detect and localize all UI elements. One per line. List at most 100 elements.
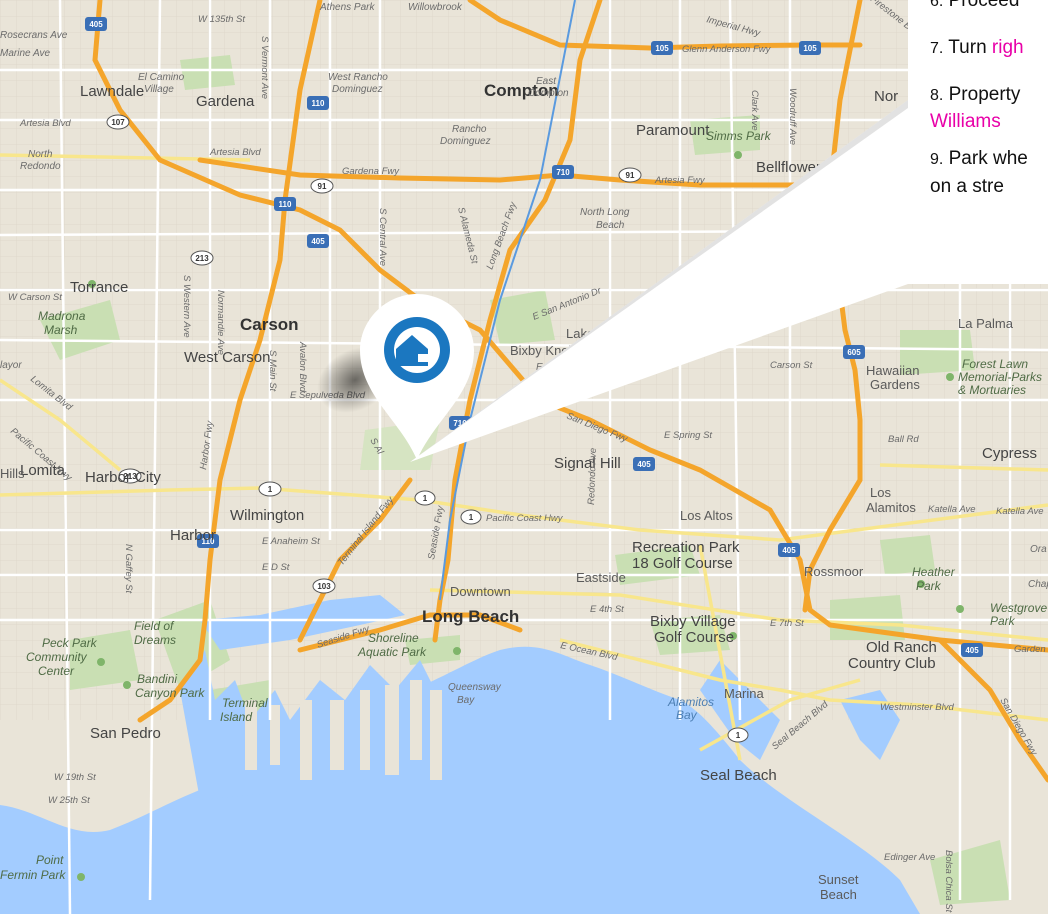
map-view[interactable]: 405 110 110 405 110 105 105 710 710 605 …	[0, 0, 1048, 914]
label-rancho-dominguez: Rancho	[452, 124, 487, 135]
svg-text:Beach: Beach	[820, 887, 857, 902]
svg-text:Marsh: Marsh	[44, 323, 78, 337]
svg-text:Normandie Ave: Normandie Ave	[215, 290, 226, 355]
svg-text:Bixby Village: Bixby Village	[650, 613, 736, 630]
svg-text:Beach: Beach	[596, 220, 625, 231]
svg-text:E 4th St: E 4th St	[590, 604, 624, 615]
label-hawaiian-gardens: Hawaiian	[866, 363, 919, 378]
svg-text:110: 110	[279, 200, 292, 209]
direction-step-8: 8. Property	[930, 84, 1021, 105]
label-lawndale: Lawndale	[80, 83, 144, 100]
svg-text:Center: Center	[38, 664, 75, 678]
svg-text:W 135th St: W 135th St	[198, 14, 245, 25]
svg-text:91: 91	[626, 171, 635, 180]
direction-step-9-cont: on a stre	[930, 176, 1004, 197]
svg-text:Gardens: Gardens	[870, 377, 920, 392]
svg-text:Old Ranch: Old Ranch	[866, 639, 937, 656]
svg-text:Dominguez: Dominguez	[440, 136, 491, 147]
label-north-redondo: North	[28, 149, 53, 160]
label-harbor-city: Harbor City	[85, 469, 161, 486]
svg-text:Aquatic Park: Aquatic Park	[357, 645, 427, 659]
svg-text:Redondo Ave: Redondo Ave	[586, 448, 599, 505]
svg-text:Redondo: Redondo	[20, 161, 61, 172]
svg-text:Nor: Nor	[874, 88, 898, 105]
svg-text:107: 107	[111, 118, 125, 127]
svg-text:Park: Park	[916, 579, 942, 593]
svg-text:S Main St: S Main St	[267, 350, 278, 392]
label-eastside: Eastside	[576, 570, 626, 585]
svg-text:W 19th St: W 19th St	[54, 772, 96, 783]
label-cypress: Cypress	[982, 445, 1037, 462]
svg-text:Alamitos: Alamitos	[866, 500, 916, 515]
svg-text:405: 405	[965, 646, 979, 655]
label-los-altos: Los Altos	[680, 508, 733, 523]
direction-step-6: 6. Proceed	[930, 0, 1020, 11]
svg-text:Avalon Blvd: Avalon Blvd	[297, 341, 308, 393]
svg-text:Village: Village	[144, 84, 174, 95]
svg-text:Point: Point	[36, 853, 64, 867]
svg-text:W Carson St: W Carson St	[8, 292, 62, 303]
svg-text:Gardena Fwy: Gardena Fwy	[342, 166, 400, 177]
label-west-rancho: West Rancho	[328, 72, 388, 83]
svg-text:103: 103	[317, 582, 331, 591]
svg-text:405: 405	[89, 20, 103, 29]
svg-text:Katella Ave: Katella Ave	[996, 506, 1044, 517]
map-canvas[interactable]: 405 110 110 405 110 105 105 710 710 605 …	[0, 0, 1048, 914]
svg-text:Golf Course: Golf Course	[654, 629, 734, 646]
label-seal-beach: Seal Beach	[700, 767, 777, 784]
label-north-long-beach: North Long	[580, 207, 630, 218]
svg-text:S Central Ave: S Central Ave	[377, 208, 388, 266]
svg-text:Hills: Hills	[0, 466, 25, 481]
svg-text:Chap: Chap	[1028, 579, 1048, 590]
svg-text:110: 110	[312, 99, 325, 108]
svg-text:Shoreline: Shoreline	[368, 631, 419, 645]
label-wilmington: Wilmington	[230, 507, 304, 524]
svg-text:Willowbrook: Willowbrook	[408, 2, 463, 13]
svg-text:Alamitos: Alamitos	[667, 695, 714, 709]
svg-text:Katella Ave: Katella Ave	[928, 504, 976, 515]
svg-text:Terminal: Terminal	[222, 696, 268, 710]
label-rossmoor: Rossmoor	[804, 564, 864, 579]
svg-text:E D St: E D St	[262, 562, 290, 573]
label-torrance: Torrance	[70, 279, 128, 296]
svg-text:405: 405	[311, 237, 325, 246]
svg-text:213: 213	[195, 254, 209, 263]
label-east-compton: East	[536, 76, 557, 87]
svg-text:91: 91	[318, 182, 327, 191]
svg-text:Island: Island	[220, 710, 252, 724]
svg-text:405: 405	[782, 546, 796, 555]
direction-step-9: 9. Park whe	[930, 148, 1028, 169]
svg-text:Woodruff Ave: Woodruff Ave	[787, 88, 798, 145]
svg-text:Forest Lawn: Forest Lawn	[962, 357, 1028, 371]
svg-text:E 7th St: E 7th St	[770, 618, 804, 629]
svg-text:Dominguez: Dominguez	[332, 84, 383, 95]
svg-text:Country Club: Country Club	[848, 655, 936, 672]
svg-text:Memorial-Parks: Memorial-Parks	[958, 370, 1042, 384]
svg-text:Compton: Compton	[528, 88, 569, 99]
svg-text:Peck Park: Peck Park	[42, 636, 98, 650]
svg-text:Bay: Bay	[676, 708, 698, 722]
svg-text:710: 710	[556, 168, 570, 177]
svg-text:Field of: Field of	[134, 619, 175, 633]
svg-text:Westgrove: Westgrove	[990, 601, 1047, 615]
svg-text:18 Golf Course: 18 Golf Course	[632, 555, 733, 572]
svg-text:S Western Ave: S Western Ave	[181, 275, 192, 338]
svg-text:Ball Rd: Ball Rd	[888, 434, 919, 445]
svg-text:1: 1	[268, 485, 273, 494]
svg-text:Simms Park: Simms Park	[706, 129, 772, 143]
svg-text:S Vermont Ave: S Vermont Ave	[259, 36, 270, 99]
label-carson: Carson	[240, 315, 299, 334]
svg-text:Artesia Fwy: Artesia Fwy	[654, 175, 706, 186]
direction-step-7: 7. Turn righ	[930, 37, 1024, 58]
svg-text:E Anaheim St: E Anaheim St	[262, 536, 320, 547]
label-los-alamitos: Los	[870, 485, 891, 500]
svg-text:Glenn Anderson Fwy: Glenn Anderson Fwy	[682, 44, 772, 55]
svg-text:Pacific Coast Hwy: Pacific Coast Hwy	[486, 513, 564, 524]
svg-text:Bolsa Chica St: Bolsa Chica St	[943, 850, 954, 913]
svg-text:Recreation Park: Recreation Park	[632, 539, 740, 556]
direction-step-8-cont: Williams	[930, 111, 1001, 132]
label-harbor: Harbor	[170, 527, 216, 544]
svg-text:405: 405	[637, 460, 651, 469]
label-downtown: Downtown	[450, 584, 511, 599]
svg-text:1: 1	[469, 513, 474, 522]
